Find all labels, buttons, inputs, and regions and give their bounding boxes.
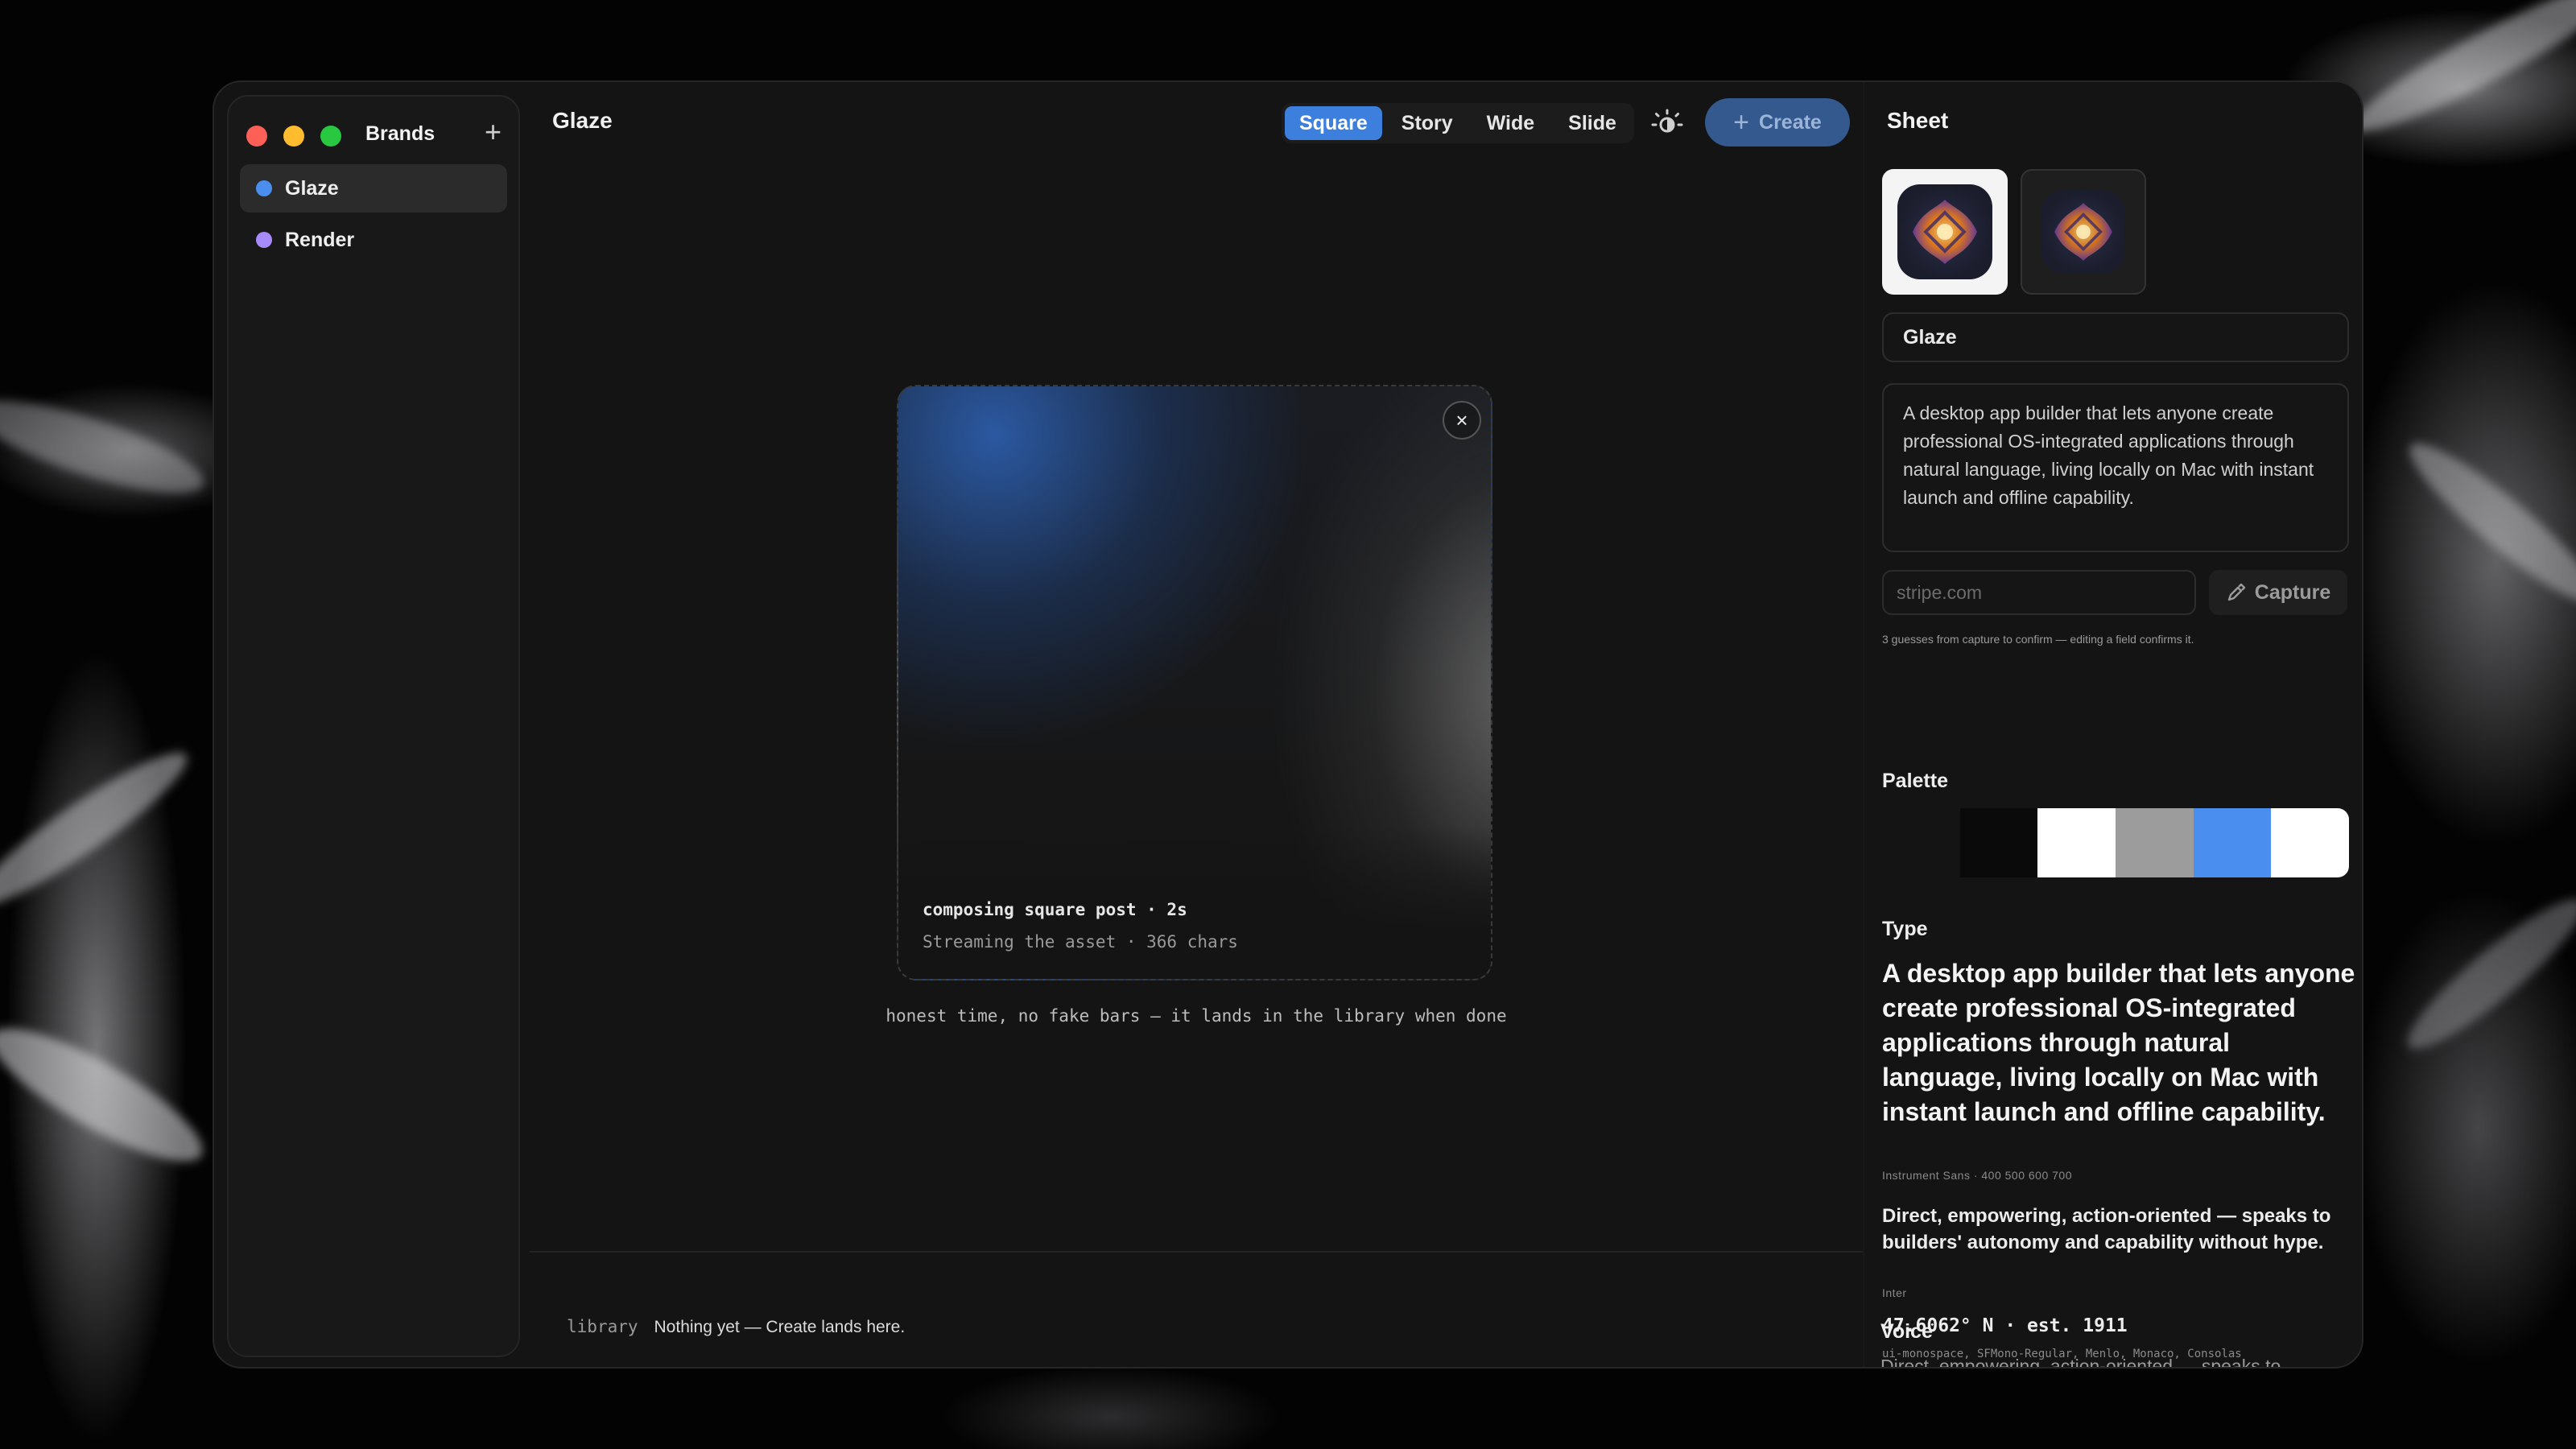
palette-swatch[interactable] <box>2116 808 2194 877</box>
heading-font-name: Instrument Sans · 400 500 600 700 <box>1882 1169 2072 1182</box>
brand-description-field[interactable]: A desktop app builder that lets anyone c… <box>1882 383 2349 552</box>
logo-variant-light[interactable] <box>1882 169 2008 295</box>
body-type-sample: Direct, empowering, action-oriented — sp… <box>1882 1205 2331 1253</box>
plus-icon: + <box>1733 107 1750 138</box>
logo-variant-dark[interactable] <box>2021 169 2146 295</box>
glaze-logo-icon <box>2041 190 2125 274</box>
capture-button[interactable]: Capture <box>2209 570 2347 615</box>
brand-name-field[interactable]: Glaze <box>1882 312 2349 362</box>
generation-note: honest time, no fake bars — it lands in … <box>886 1006 1507 1026</box>
add-brand-button[interactable]: + <box>485 116 502 148</box>
pipette-icon <box>2227 583 2245 601</box>
sidebar-item-render[interactable]: Render <box>240 216 507 264</box>
palette-swatch[interactable] <box>1882 808 1960 877</box>
close-window-button[interactable] <box>246 126 267 147</box>
palette-swatches <box>1882 808 2349 877</box>
brands-title: Brands <box>365 122 436 145</box>
zoom-window-button[interactable] <box>320 126 341 147</box>
brand-color-dot <box>256 232 272 248</box>
capture-label: Capture <box>2254 580 2331 604</box>
brand-list: Glaze Render <box>240 164 507 267</box>
tab-wide[interactable]: Wide <box>1472 106 1550 140</box>
logo-variants <box>1882 169 2146 295</box>
progress-line: Streaming the asset · 366 chars <box>923 932 1238 952</box>
capture-url-input[interactable] <box>1882 570 2196 615</box>
create-button[interactable]: + Create <box>1705 98 1850 147</box>
palette-swatch[interactable] <box>2271 808 2349 877</box>
format-tabs: Square Story Wide Slide <box>1282 103 1634 143</box>
tab-story[interactable]: Story <box>1387 106 1468 140</box>
library-strip: library Nothing yet — Create lands here. <box>567 1317 905 1337</box>
sun-moon-icon <box>1651 109 1683 133</box>
heading-type-sample: A desktop app builder that lets anyone c… <box>1882 959 2355 1126</box>
status-line: composing square post · 2s <box>923 900 1187 919</box>
sidebar: Brands + Glaze Render <box>227 95 520 1357</box>
create-label: Create <box>1759 110 1822 134</box>
capture-hint: 3 guesses from capture to confirm — edit… <box>1882 633 2194 646</box>
tab-square[interactable]: Square <box>1285 106 1382 140</box>
theme-toggle-button[interactable] <box>1650 106 1684 140</box>
sheet-panel: Sheet Glaze A desktop app builder that l… <box>1882 82 2362 1367</box>
cancel-generation-button[interactable]: × <box>1443 401 1481 440</box>
generation-preview-card: × composing square post · 2s Streaming t… <box>897 385 1492 980</box>
palette-swatch[interactable] <box>1959 808 2038 877</box>
palette-swatch[interactable] <box>2037 808 2116 877</box>
library-divider <box>530 1251 1863 1253</box>
body-font-name: Inter <box>1882 1286 1907 1299</box>
tab-slide[interactable]: Slide <box>1554 106 1631 140</box>
voice-preview: Direct, empowering, action-oriented — sp… <box>1880 1356 2281 1367</box>
sheet-title: Sheet <box>1887 108 1949 133</box>
page-title: Glaze <box>552 108 613 133</box>
voice-label: Voice <box>1880 1320 1933 1343</box>
library-label: library <box>567 1317 638 1336</box>
brand-label: Render <box>285 228 355 251</box>
brand-label: Glaze <box>285 176 339 200</box>
sidebar-item-glaze[interactable]: Glaze <box>240 164 507 213</box>
minimize-window-button[interactable] <box>283 126 304 147</box>
panel-divider <box>1863 82 1864 1367</box>
brand-color-dot <box>256 180 272 196</box>
generation-status: composing square post · 2s Streaming the… <box>923 900 1238 952</box>
palette-swatch[interactable] <box>2193 808 2272 877</box>
palette-label: Palette <box>1882 770 1948 792</box>
glaze-logo-icon <box>1897 184 1992 279</box>
window-controls <box>246 126 341 147</box>
library-empty-text: Nothing yet — Create lands here. <box>654 1318 906 1336</box>
app-window: Brands + Glaze Render Glaze Square Story… <box>213 80 2363 1368</box>
type-label: Type <box>1882 918 1928 940</box>
